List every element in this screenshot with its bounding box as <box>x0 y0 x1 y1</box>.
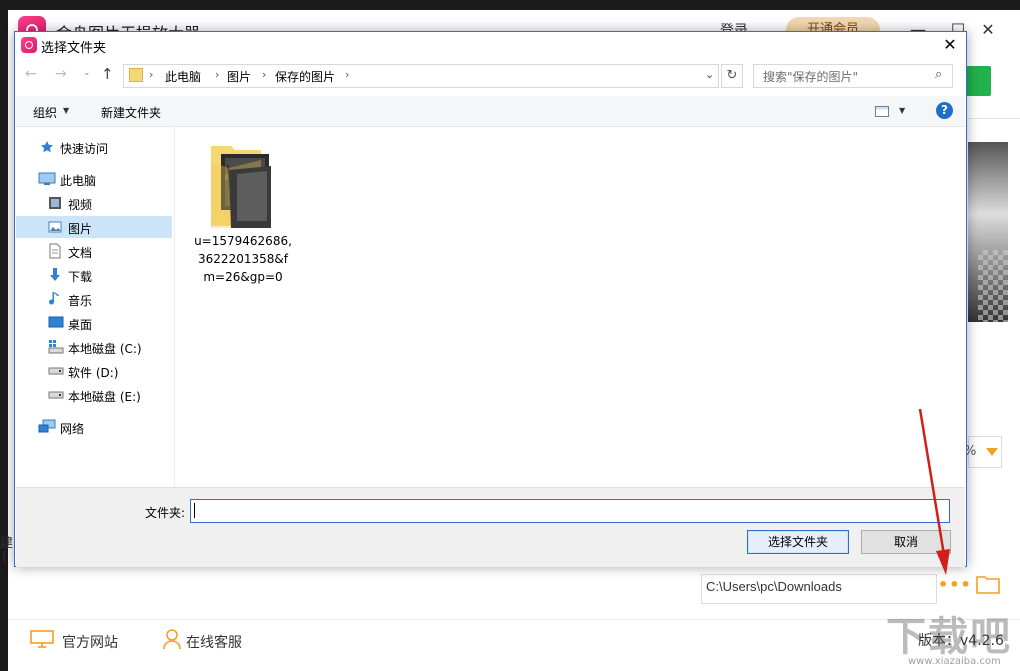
help-icon[interactable]: ? <box>936 102 953 119</box>
music-icon <box>48 291 62 307</box>
app-close-button[interactable]: ✕ <box>973 15 1003 45</box>
select-folder-button[interactable]: 选择文件夹 <box>747 530 849 554</box>
folder-label: 文件夹: <box>145 504 185 521</box>
recent-locations-icon[interactable]: ⌄ <box>83 68 91 78</box>
folder-icon <box>129 68 143 82</box>
caret-down-icon[interactable]: ▼ <box>63 106 69 115</box>
watermark-logo: 下载吧 <box>886 604 1012 662</box>
address-bar[interactable] <box>123 64 719 88</box>
nav-item-label: 快速访问 <box>60 140 108 157</box>
nav-item-quick-access[interactable]: 快速访问 <box>16 136 172 158</box>
monitor-icon <box>30 630 54 648</box>
up-arrow-icon[interactable]: ↑ <box>101 65 114 83</box>
select-folder-dialog: 选择文件夹 ✕ ← → ⌄ ↑ › 此电脑 › 图片 › 保存的图片 › ⌄ ↻… <box>14 31 967 567</box>
view-options-icon[interactable] <box>875 106 889 117</box>
output-path-text: C:\Users\pc\Downloads <box>706 579 842 594</box>
nav-item-label: 桌面 <box>68 316 92 333</box>
desktop-icon <box>48 316 64 329</box>
nav-item-pictures[interactable]: 图片 <box>16 216 172 238</box>
folder-name-input[interactable] <box>190 499 950 523</box>
nav-item-drive-e[interactable]: 本地磁盘 (E:) <box>16 384 172 406</box>
nav-item-label: 软件 (D:) <box>68 364 118 381</box>
refresh-icon[interactable]: ↻ <box>721 64 743 88</box>
system-drive-icon <box>48 339 64 354</box>
nav-item-label: 本地磁盘 (E:) <box>68 388 141 405</box>
organize-menu[interactable]: 组织 <box>33 104 57 121</box>
nav-item-desktop[interactable]: 桌面 <box>16 312 172 334</box>
drive-icon <box>48 390 64 400</box>
nav-item-music[interactable]: 音乐 <box>16 288 172 310</box>
dialog-close-button[interactable]: ✕ <box>935 32 965 58</box>
chevron-right-icon[interactable]: › <box>215 68 219 81</box>
pictures-icon <box>48 220 62 234</box>
star-icon <box>40 140 54 154</box>
nav-item-label: 下载 <box>68 268 92 285</box>
nav-item-label: 音乐 <box>68 292 92 309</box>
breadcrumb-saved-pictures[interactable]: 保存的图片 <box>275 68 335 85</box>
nav-item-label: 图片 <box>68 220 92 237</box>
start-button[interactable] <box>965 66 991 96</box>
breadcrumb-pictures[interactable]: 图片 <box>227 68 251 85</box>
download-icon <box>48 267 62 283</box>
nav-item-label: 视频 <box>68 196 92 213</box>
desktop-strip <box>0 40 8 670</box>
divider <box>968 118 1020 119</box>
chevron-down-icon <box>986 448 998 456</box>
drive-icon <box>48 366 64 376</box>
left-fragment-text: 建 <box>0 532 13 551</box>
search-icon[interactable]: ⌕ <box>935 67 942 82</box>
nav-item-documents[interactable]: 文档 <box>16 240 172 262</box>
nav-item-label: 文档 <box>68 244 92 261</box>
computer-icon <box>38 172 56 186</box>
search-placeholder: 搜索"保存的图片" <box>763 68 858 85</box>
app-logo-icon <box>21 37 37 53</box>
folder-thumbnail-icon[interactable] <box>211 144 271 228</box>
back-arrow-icon[interactable]: ← <box>25 66 37 82</box>
online-service-link[interactable]: 在线客服 <box>186 632 242 652</box>
caret-down-icon[interactable]: ▼ <box>899 106 905 115</box>
document-icon <box>48 243 62 259</box>
breadcrumb-this-pc[interactable]: 此电脑 <box>165 68 201 85</box>
nav-item-network[interactable]: 网络 <box>16 416 172 438</box>
user-icon <box>162 628 182 650</box>
open-folder-icon[interactable] <box>976 574 1000 594</box>
nav-item-label: 本地磁盘 (C:) <box>68 340 142 357</box>
watermark-url: www.xiazaiba.com <box>908 656 1001 667</box>
forward-arrow-icon[interactable]: → <box>55 66 67 82</box>
red-arrow-annotation <box>900 405 960 580</box>
chevron-right-icon[interactable]: › <box>262 68 266 81</box>
nav-item-this-pc[interactable]: 此电脑 <box>16 168 172 190</box>
video-icon <box>48 196 62 210</box>
new-folder-button[interactable]: 新建文件夹 <box>101 104 161 121</box>
nav-item-label: 此电脑 <box>60 172 96 189</box>
nav-item-videos[interactable]: 视频 <box>16 192 172 214</box>
nav-item-downloads[interactable]: 下载 <box>16 264 172 286</box>
chevron-right-icon[interactable]: › <box>345 68 349 81</box>
network-icon <box>38 419 56 434</box>
official-site-link[interactable]: 官方网站 <box>62 632 118 652</box>
app-bottombar <box>8 619 1020 671</box>
nav-item-label: 网络 <box>60 420 84 437</box>
chevron-down-icon[interactable]: ⌄ <box>705 68 714 81</box>
file-name[interactable]: u=1579462686,3622201358&fm=26&gp=0 <box>193 232 293 286</box>
transparency-pattern <box>978 250 1008 322</box>
dialog-title: 选择文件夹 <box>41 37 106 56</box>
nav-item-drive-d[interactable]: 软件 (D:) <box>16 360 172 382</box>
nav-item-drive-c[interactable]: 本地磁盘 (C:) <box>16 336 172 358</box>
text-caret <box>194 503 195 518</box>
left-fragment-text: ( <box>2 550 7 565</box>
chevron-right-icon[interactable]: › <box>149 68 153 81</box>
